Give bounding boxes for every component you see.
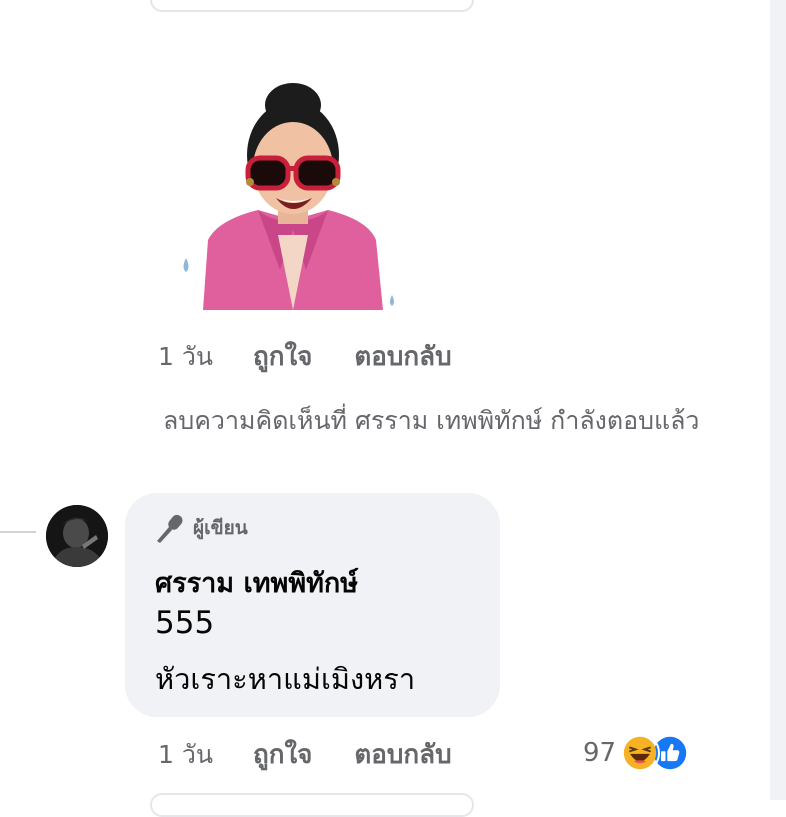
reply-link[interactable]: ตอบกลับ bbox=[354, 336, 451, 377]
haha-icon bbox=[620, 733, 661, 773]
microphone-icon bbox=[157, 514, 183, 543]
sticker-image[interactable] bbox=[178, 70, 408, 315]
next-comment-bubble bbox=[150, 793, 474, 817]
like-link[interactable]: ถูกใจ bbox=[253, 336, 312, 377]
previous-comment-bubble bbox=[150, 0, 474, 12]
reply-actions: 1 วัน ถูกใจ ตอบกลับ bbox=[158, 734, 452, 775]
reply-timestamp[interactable]: 1 วัน bbox=[158, 735, 213, 775]
reply-reply-link[interactable]: ตอบกลับ bbox=[354, 734, 451, 775]
avatar[interactable] bbox=[46, 505, 108, 567]
profile-photo-icon bbox=[46, 505, 108, 567]
comment-author-name[interactable]: ศรราม เทพพิทักษ์ bbox=[155, 561, 358, 604]
author-badge: ผู้เขียน bbox=[153, 513, 248, 543]
reaction-summary[interactable]: 97 bbox=[583, 733, 691, 773]
thread-connector bbox=[0, 531, 36, 533]
reaction-count: 97 bbox=[583, 738, 617, 768]
comment-text-line-1: 555 bbox=[155, 605, 215, 641]
comment-actions: 1 วัน ถูกใจ ตอบกลับ bbox=[158, 336, 452, 377]
deleted-comment-note: ลบความคิดเห็นที่ ศรราม เทพพิทักษ์ กำลังต… bbox=[163, 406, 700, 435]
author-badge-label: ผู้เขียน bbox=[193, 517, 248, 539]
comment-timestamp[interactable]: 1 วัน bbox=[158, 337, 213, 377]
reply-comment-bubble[interactable]: ผู้เขียน ศรราม เทพพิทักษ์ 555 หัวเราะหาแ… bbox=[125, 493, 500, 717]
memoji-sticker-icon bbox=[183, 83, 394, 310]
comment-text-line-2: หัวเราะหาแม่เมิงหรา bbox=[155, 662, 416, 696]
reply-like-link[interactable]: ถูกใจ bbox=[253, 734, 312, 775]
